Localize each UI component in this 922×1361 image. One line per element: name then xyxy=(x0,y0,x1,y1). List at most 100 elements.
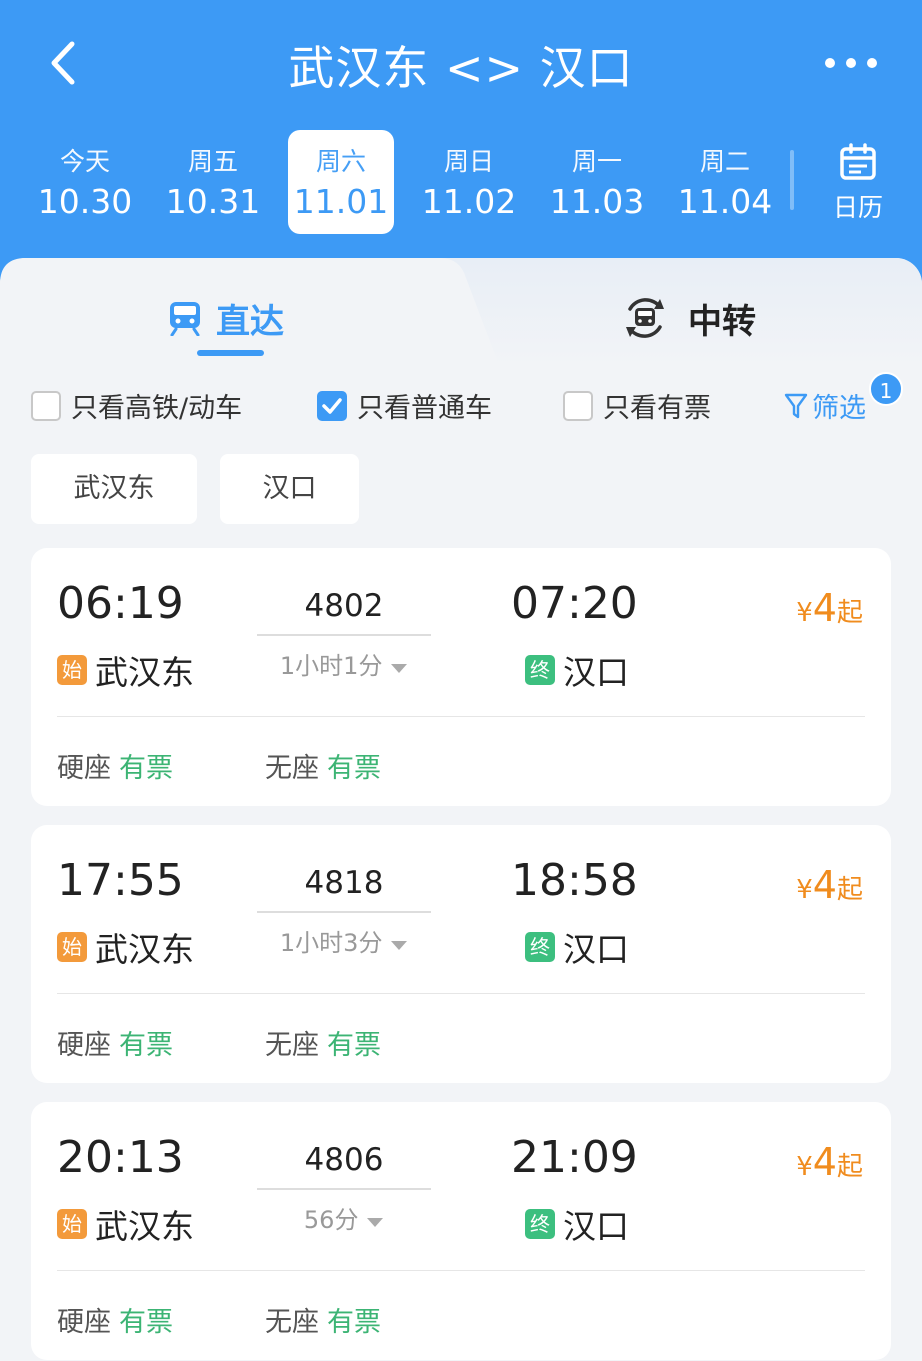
calendar-icon xyxy=(840,143,876,180)
seat-hard: 硬座 有票 xyxy=(57,746,173,785)
departure-station: 始 武汉东 xyxy=(57,923,194,971)
date-weekday: 周六 xyxy=(315,147,366,176)
price-suffix: 起 xyxy=(836,1152,863,1182)
date-value: 10.30 xyxy=(37,182,133,221)
arrival-station: 终 汉口 xyxy=(525,1200,629,1248)
date-item-today[interactable]: 今天 10.30 xyxy=(32,130,138,234)
filter-available-label: 只看有票 xyxy=(603,393,711,424)
check-icon xyxy=(322,397,342,414)
date-weekday: 周日 xyxy=(443,147,494,176)
departure-station-name: 武汉东 xyxy=(95,1207,194,1246)
duration-text: 1小时3分 xyxy=(279,929,383,957)
departure-station: 始 武汉东 xyxy=(57,1200,194,1248)
price-suffix: 起 xyxy=(836,598,863,628)
departure-station-name: 武汉东 xyxy=(95,653,194,692)
date-item-fri[interactable]: 周五 10.31 xyxy=(160,130,266,234)
end-badge: 终 xyxy=(525,655,555,685)
duration-toggle[interactable]: 1小时3分 xyxy=(257,923,431,958)
seat-type: 无座 xyxy=(265,1030,319,1061)
departure-time: 17:55 xyxy=(57,855,184,906)
seat-status: 有票 xyxy=(327,1030,381,1061)
arrival-time: 18:58 xyxy=(511,855,638,906)
train-number: 4802 xyxy=(304,588,384,624)
departure-time: 20:13 xyxy=(57,1132,184,1183)
date-item-tue[interactable]: 周二 11.04 xyxy=(672,130,778,234)
arrival-station-name: 汉口 xyxy=(563,1207,629,1246)
caret-down-icon xyxy=(391,664,408,673)
date-item-sun[interactable]: 周日 11.02 xyxy=(416,130,522,234)
date-value: 11.02 xyxy=(421,182,517,221)
checkbox-high-speed[interactable] xyxy=(31,390,61,421)
departure-time: 06:19 xyxy=(57,578,184,629)
departure-station-name: 武汉东 xyxy=(95,930,194,969)
more-button[interactable] xyxy=(818,48,884,78)
card-divider xyxy=(57,1270,865,1271)
caret-down-icon xyxy=(391,941,408,950)
checkbox-normal-train[interactable] xyxy=(317,390,347,421)
start-badge: 始 xyxy=(57,655,87,685)
seat-type: 无座 xyxy=(265,753,319,784)
arrival-station-name: 汉口 xyxy=(563,653,629,692)
price: ¥4起 xyxy=(796,863,863,907)
calendar-button[interactable]: 日历 xyxy=(822,142,894,222)
date-item-mon[interactable]: 周一 11.03 xyxy=(544,130,650,234)
station-chip-to[interactable]: 汉口 xyxy=(220,454,359,524)
calendar-label: 日历 xyxy=(832,193,883,222)
filter-available[interactable]: 只看有票 xyxy=(563,386,711,425)
tab-transfer[interactable]: 中转 xyxy=(622,290,756,346)
more-icon xyxy=(825,58,877,68)
duration-text: 56分 xyxy=(303,1206,359,1234)
transfer-train-icon xyxy=(626,298,664,338)
seat-standing: 无座 有票 xyxy=(265,1300,381,1339)
seat-status: 有票 xyxy=(327,1307,381,1338)
filter-normal-train[interactable]: 只看普通车 xyxy=(317,386,492,425)
date-value: 10.31 xyxy=(165,182,261,221)
date-selector: 今天 10.30 周五 10.31 周六 11.01 周日 11.02 周一 1… xyxy=(22,130,802,234)
funnel-icon xyxy=(784,393,808,418)
date-weekday: 周一 xyxy=(571,147,622,176)
price-value: 4 xyxy=(812,586,837,630)
route-line xyxy=(257,911,431,913)
tab-direct-label: 直达 xyxy=(216,301,284,342)
seat-type: 硬座 xyxy=(57,753,111,784)
date-value: 11.03 xyxy=(549,182,645,221)
date-item-sat-selected[interactable]: 周六 11.01 xyxy=(288,130,394,234)
price-symbol: ¥ xyxy=(796,598,813,628)
route-line xyxy=(257,634,431,636)
seat-hard: 硬座 有票 xyxy=(57,1300,173,1339)
end-badge: 终 xyxy=(525,932,555,962)
seat-status: 有票 xyxy=(119,753,173,784)
filter-high-speed-label: 只看高铁/动车 xyxy=(71,393,243,424)
departure-station: 始 武汉东 xyxy=(57,646,194,694)
duration-toggle[interactable]: 1小时1分 xyxy=(257,646,431,681)
filter-button[interactable]: 筛选 xyxy=(784,386,866,425)
price: ¥4起 xyxy=(796,586,863,630)
page-title: 武汉东 <> 汉口 xyxy=(288,41,634,95)
tab-direct[interactable]: 直达 xyxy=(168,290,284,346)
arrival-time: 21:09 xyxy=(511,1132,638,1183)
date-weekday: 今天 xyxy=(59,147,110,176)
seat-status: 有票 xyxy=(327,753,381,784)
station-chip-from[interactable]: 武汉东 xyxy=(31,454,197,524)
price-suffix: 起 xyxy=(836,875,863,905)
train-number: 4806 xyxy=(304,1142,384,1178)
arrival-time: 07:20 xyxy=(511,578,638,629)
date-weekday: 周五 xyxy=(187,147,238,176)
train-card[interactable]: 06:19 4802 1小时1分 07:20 始 武汉东 终 汉口 ¥4起 硬座… xyxy=(31,548,891,806)
duration-toggle[interactable]: 56分 xyxy=(257,1200,431,1235)
date-value: 11.01 xyxy=(293,182,389,221)
route-line xyxy=(257,1188,431,1190)
date-weekday: 周二 xyxy=(699,147,750,176)
filter-high-speed[interactable]: 只看高铁/动车 xyxy=(31,386,242,425)
filter-button-label: 筛选 xyxy=(812,393,866,424)
tab-transfer-label: 中转 xyxy=(688,301,756,342)
seat-hard: 硬座 有票 xyxy=(57,1023,173,1062)
train-icon xyxy=(170,302,200,336)
filter-count-badge: 1 xyxy=(869,372,903,406)
train-card[interactable]: 20:13 4806 56分 21:09 始 武汉东 终 汉口 ¥4起 硬座 有票… xyxy=(31,1102,891,1360)
seat-standing: 无座 有票 xyxy=(265,1023,381,1062)
train-card[interactable]: 17:55 4818 1小时3分 18:58 始 武汉东 终 汉口 ¥4起 硬座… xyxy=(31,825,891,1083)
checkbox-available[interactable] xyxy=(563,390,593,421)
active-tab-indicator xyxy=(197,350,264,356)
price-value: 4 xyxy=(812,1140,837,1184)
